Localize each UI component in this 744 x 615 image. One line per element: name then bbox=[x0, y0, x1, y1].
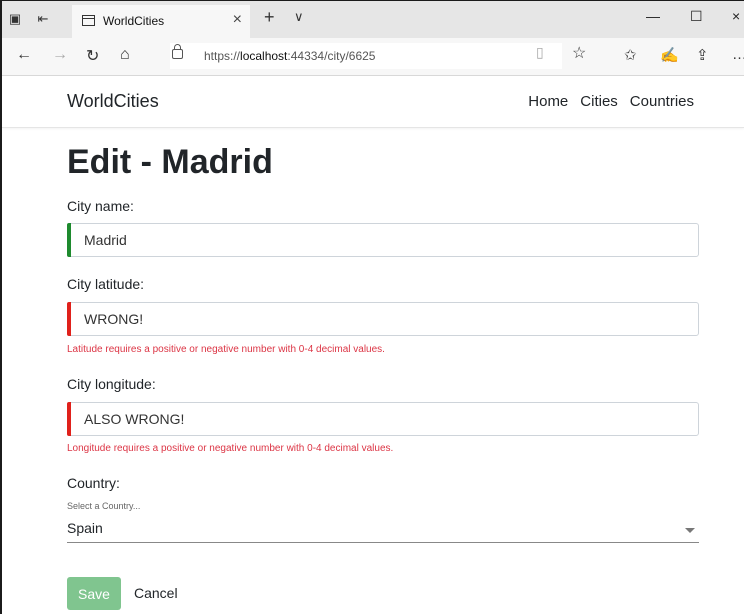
close-tab-icon[interactable]: × bbox=[233, 11, 242, 29]
country-selected-value: Spain bbox=[67, 520, 103, 536]
pen-icon[interactable]: ✍ bbox=[660, 46, 679, 64]
forward-icon[interactable]: → bbox=[52, 46, 68, 64]
city-latitude-label: City latitude: bbox=[67, 276, 145, 292]
reading-view-icon[interactable]: ▯ bbox=[536, 44, 544, 61]
favorites-list-icon[interactable]: ✩ bbox=[624, 46, 637, 64]
site-brand[interactable]: WorldCities bbox=[67, 91, 159, 112]
chevron-down-icon[interactable]: ∨ bbox=[294, 9, 304, 25]
page-title: Edit - Madrid bbox=[67, 143, 273, 181]
browser-tab-strip: ▣ ⇤ WorldCities × + ∨ — ☐ × bbox=[2, 0, 744, 38]
url-input[interactable]: https://localhost:44334/city/6625 bbox=[170, 43, 562, 69]
nav-cities-link[interactable]: Cities bbox=[580, 93, 618, 110]
country-label: Country: bbox=[67, 475, 120, 491]
address-bar-row: ← → ↻ ⌂ https://localhost:44334/city/662… bbox=[2, 38, 744, 76]
city-name-field[interactable] bbox=[67, 223, 699, 257]
new-tab-icon[interactable]: + bbox=[264, 7, 275, 28]
minimize-icon[interactable]: — bbox=[646, 8, 660, 24]
favorite-star-icon[interactable]: ☆ bbox=[572, 43, 586, 63]
cancel-button[interactable]: Cancel bbox=[134, 585, 178, 601]
country-select[interactable]: Spain bbox=[67, 516, 699, 543]
set-tabs-aside-icon[interactable]: ⇤ bbox=[34, 10, 52, 28]
city-latitude-input[interactable] bbox=[84, 303, 684, 335]
site-header: WorldCities Home Cities Countries bbox=[2, 76, 744, 128]
maximize-icon[interactable]: ☐ bbox=[690, 8, 703, 25]
nav-home-link[interactable]: Home bbox=[528, 93, 568, 110]
longitude-error-message: Longitude requires a positive or negativ… bbox=[67, 443, 394, 454]
nav-countries-link[interactable]: Countries bbox=[630, 93, 694, 110]
city-latitude-field[interactable] bbox=[67, 302, 699, 336]
home-icon[interactable]: ⌂ bbox=[120, 46, 130, 64]
browser-tab[interactable]: WorldCities × bbox=[72, 5, 250, 38]
page-icon bbox=[82, 15, 95, 26]
refresh-icon[interactable]: ↻ bbox=[86, 46, 99, 66]
save-button[interactable]: Save bbox=[67, 577, 121, 610]
close-window-icon[interactable]: × bbox=[732, 8, 740, 24]
url-text: https://localhost:44334/city/6625 bbox=[204, 49, 376, 63]
city-longitude-input[interactable] bbox=[84, 403, 684, 435]
dropdown-arrow-icon bbox=[685, 528, 695, 533]
city-name-label: City name: bbox=[67, 198, 134, 214]
city-name-input[interactable] bbox=[84, 224, 684, 256]
valid-indicator bbox=[67, 223, 71, 257]
share-icon[interactable]: ⇪ bbox=[696, 46, 709, 64]
city-longitude-field[interactable] bbox=[67, 402, 699, 436]
invalid-indicator bbox=[67, 302, 71, 336]
country-select-hint: Select a Country... bbox=[67, 501, 141, 511]
more-icon[interactable]: … bbox=[732, 46, 744, 63]
tab-actions-icon[interactable]: ▣ bbox=[6, 10, 24, 28]
site-nav: Home Cities Countries bbox=[516, 93, 694, 110]
city-longitude-label: City longitude: bbox=[67, 376, 156, 392]
latitude-error-message: Latitude requires a positive or negative… bbox=[67, 344, 385, 355]
invalid-indicator bbox=[67, 402, 71, 436]
tab-title: WorldCities bbox=[103, 14, 165, 28]
lock-icon bbox=[172, 44, 183, 59]
back-icon[interactable]: ← bbox=[16, 46, 32, 64]
